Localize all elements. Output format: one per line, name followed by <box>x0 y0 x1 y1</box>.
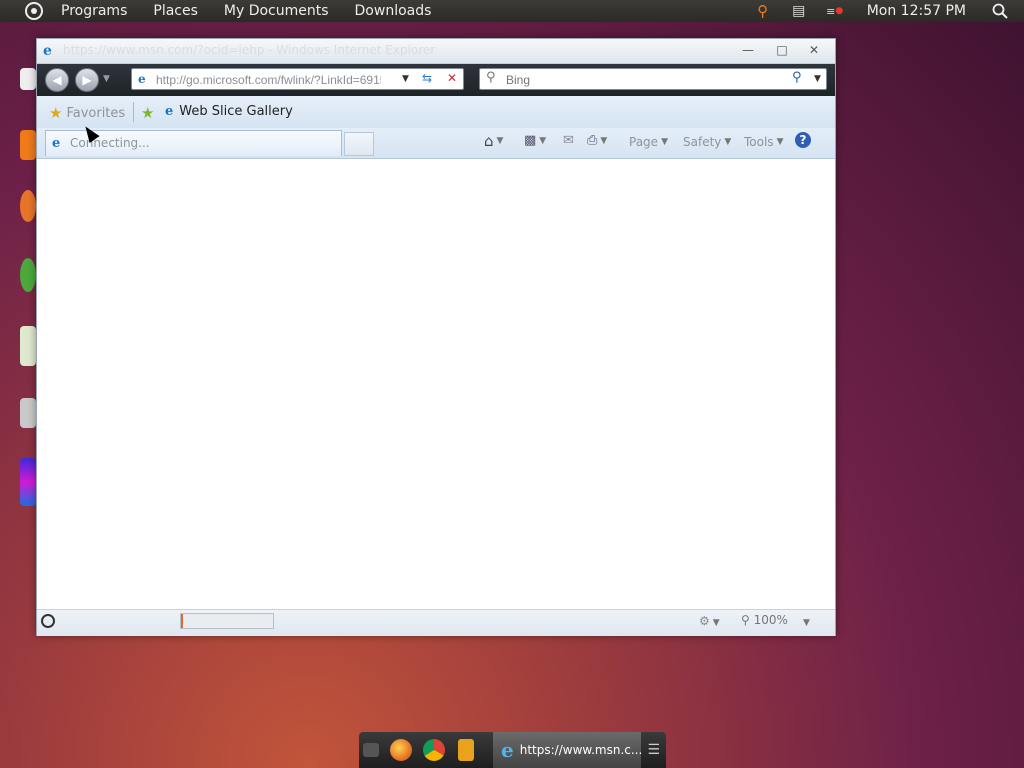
top-panel: Programs Places My Documents Downloads ⚲… <box>0 0 1024 22</box>
address-bar[interactable]: e ▼ ⇆ ✕ <box>131 68 464 90</box>
ubuntu-logo-icon[interactable] <box>25 2 43 20</box>
add-to-favorites-button[interactable]: ★ <box>141 104 158 122</box>
tab-ie-icon: e <box>52 136 61 151</box>
web-slice-label: Web Slice Gallery <box>179 104 293 119</box>
dock-menu-icon[interactable]: ☰ <box>647 742 660 758</box>
tray: ⚲ ▤ ≡ ● Mon 12:57 PM <box>745 0 1024 22</box>
dock-task-label: https://www.msn.c... <box>519 743 643 757</box>
menu-places[interactable]: Places <box>153 3 198 19</box>
stop-icon[interactable]: ✕ <box>447 71 457 85</box>
firefox-icon[interactable] <box>390 739 412 761</box>
tools-menu[interactable]: Tools ▼ <box>744 135 783 149</box>
ie-window: e https://www.msn.com/?ocid=iehp - Windo… <box>36 38 836 636</box>
safety-menu[interactable]: Safety ▼ <box>683 135 731 149</box>
add-favorites-icon: ★ <box>141 104 155 122</box>
favorites-button[interactable]: ★ Favorites <box>49 104 125 122</box>
zoom-dropdown-icon[interactable]: ▼ <box>803 618 810 628</box>
launcher-firefox-icon[interactable] <box>20 190 36 222</box>
minimize-button[interactable]: — <box>741 43 755 57</box>
help-icon[interactable]: ? <box>795 132 811 148</box>
mail-button[interactable]: ✉ <box>563 133 574 148</box>
launcher-notes-icon[interactable] <box>20 326 36 366</box>
back-button[interactable]: ◀ <box>45 68 69 92</box>
new-tab-button[interactable] <box>344 132 374 156</box>
menu-my-documents[interactable]: My Documents <box>224 3 329 19</box>
safety-menu-label: Safety <box>683 135 722 149</box>
tools-menu-label: Tools <box>744 135 774 149</box>
launcher-colors-icon[interactable] <box>20 458 36 506</box>
web-slice-gallery-link[interactable]: e Web Slice Gallery <box>165 104 293 119</box>
notes-tray-icon[interactable]: ▤ <box>791 3 807 19</box>
taskbar-dock: e https://www.msn.c... ☰ <box>359 732 666 768</box>
favorites-star-icon: ★ <box>49 104 63 122</box>
progress-bar <box>180 613 274 629</box>
window-title: https://www.msn.com/?ocid=iehp - Windows… <box>63 43 436 57</box>
menu-downloads[interactable]: Downloads <box>355 3 432 19</box>
page-menu-label: Page <box>629 135 659 149</box>
close-button[interactable]: ✕ <box>807 43 821 57</box>
bing-search-icon: ⚲ <box>486 70 496 85</box>
progress-fill <box>181 614 183 628</box>
search-input[interactable] <box>504 71 788 89</box>
clock[interactable]: Mon 12:57 PM <box>867 3 966 19</box>
notes-icon[interactable] <box>458 739 474 761</box>
zoom-control[interactable]: ⚲ 100% <box>741 613 788 627</box>
refresh-icon[interactable]: ⇆ <box>422 71 432 85</box>
address-dropdown-icon[interactable]: ▼ <box>402 74 409 84</box>
titlebar[interactable]: e https://www.msn.com/?ocid=iehp - Windo… <box>37 39 835 64</box>
maximize-button[interactable]: □ <box>775 43 789 57</box>
tab-title: Connecting... <box>70 136 150 150</box>
launcher-search-icon[interactable] <box>20 130 36 160</box>
page-icon: e <box>138 72 146 86</box>
loading-clock-icon <box>41 614 55 628</box>
search-icon[interactable] <box>992 3 1008 19</box>
page-content[interactable] <box>38 159 834 609</box>
recent-pages-icon[interactable]: ▼ <box>103 74 110 84</box>
print-button[interactable]: ⎙ ▼ <box>587 133 607 148</box>
search-tray-icon[interactable]: ⚲ <box>755 2 771 20</box>
network-tray-icon[interactable]: ≡ ● <box>826 3 843 19</box>
page-menu[interactable]: Page ▼ <box>629 135 668 149</box>
protected-mode-icon[interactable]: ⚙ ▼ <box>699 614 720 628</box>
divider <box>133 102 134 122</box>
forward-button[interactable]: ▶ <box>75 68 99 92</box>
command-bar: e Connecting... ⌂ ▼ ▩ ▼ ✉ ⎙ ▼ Page ▼ Safety ▼… <box>37 128 835 159</box>
launcher-globe-icon[interactable] <box>20 258 36 292</box>
ie-task-icon: e <box>501 738 514 762</box>
chrome-icon[interactable] <box>423 739 445 761</box>
search-options-icon[interactable]: ▼ <box>814 74 821 84</box>
search-go-icon[interactable]: ⚲ <box>792 70 802 85</box>
menu-programs[interactable]: Programs <box>61 3 127 19</box>
home-button[interactable]: ⌂ ▼ <box>484 132 503 150</box>
web-slice-icon: e <box>165 104 174 119</box>
favorites-bar: ★ Favorites ★ e Web Slice Gallery <box>37 96 835 128</box>
zoom-level: 100% <box>753 613 788 627</box>
navigation-bar: ◀ ▶ ▼ e ▼ ⇆ ✕ ⚲ ⚲ ▼ <box>37 64 835 96</box>
feeds-button[interactable]: ▩ ▼ <box>524 133 546 148</box>
launcher-home-icon[interactable] <box>20 68 36 90</box>
status-bar: ⚙ ▼ ⚲ 100% ▼ <box>37 609 835 636</box>
show-desktop-icon[interactable] <box>363 743 379 757</box>
launcher-files-icon[interactable] <box>20 398 36 428</box>
address-input[interactable] <box>154 71 383 89</box>
ie-logo-icon: e <box>43 43 52 59</box>
dock-task-msn[interactable]: e https://www.msn.c... <box>493 732 643 768</box>
search-bar[interactable]: ⚲ ⚲ ▼ <box>479 68 827 90</box>
favorites-label: Favorites <box>66 105 126 121</box>
